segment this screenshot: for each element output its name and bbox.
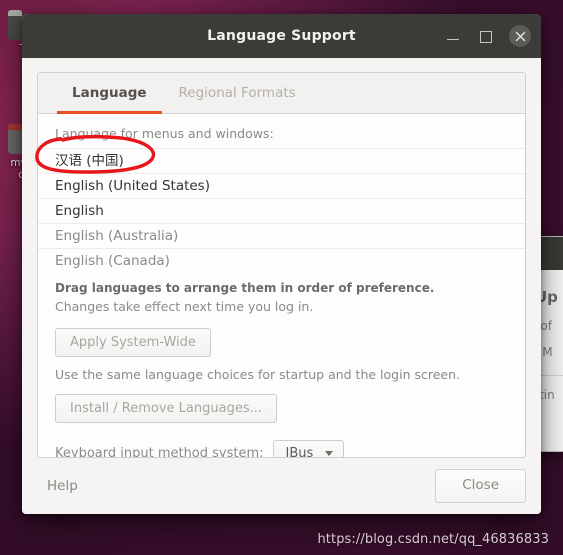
list-item[interactable]: English (Australia) [38, 224, 525, 249]
window-controls [445, 25, 531, 47]
list-item-label: English (Canada) [55, 253, 170, 268]
list-item-label: English [55, 203, 104, 219]
language-list[interactable]: 汉语 (中国) English (United States) English … [38, 148, 525, 268]
list-item-label: English (Australia) [55, 228, 179, 244]
list-item[interactable]: English (United States) [38, 174, 525, 199]
list-item[interactable]: 汉语 (中国) [38, 149, 525, 174]
list-item[interactable]: English [38, 199, 525, 224]
dialog-content: Language Regional Formats Language for m… [22, 58, 541, 458]
language-tab-page: Language for menus and windows: 汉语 (中国) … [38, 114, 525, 457]
action-bar: Help Close [22, 458, 541, 514]
notebook: Language Regional Formats Language for m… [37, 72, 526, 458]
close-button[interactable]: Close [435, 469, 526, 503]
keyboard-input-method-row: Keyboard input method system: IBus [38, 423, 525, 458]
titlebar[interactable]: Language Support [22, 14, 541, 58]
keyboard-input-method-label: Keyboard input method system: [55, 446, 264, 458]
apply-system-wide-button[interactable]: Apply System-Wide [55, 328, 211, 357]
maximize-icon[interactable] [477, 28, 493, 44]
list-item[interactable]: English (Canada) [38, 249, 525, 268]
tab-regional-formats[interactable]: Regional Formats [163, 73, 312, 113]
close-icon[interactable] [509, 25, 531, 47]
drag-languages-hint: Drag languages to arrange them in order … [55, 281, 435, 295]
changes-take-effect-hint: Changes take effect next time you log in… [55, 299, 314, 314]
tab-language[interactable]: Language [56, 73, 163, 114]
list-item-label: 汉语 (中国) [55, 153, 124, 169]
same-language-choices-text: Use the same language choices for startu… [55, 367, 460, 382]
chevron-down-icon [325, 451, 334, 456]
language-list-caption: Language for menus and windows: [55, 126, 274, 141]
minimize-icon[interactable] [445, 28, 461, 44]
language-support-dialog: Language Support Language Regional Forma… [22, 14, 541, 514]
tab-strip: Language Regional Formats [38, 73, 525, 114]
keyboard-input-method-value: IBus [285, 446, 314, 458]
watermark: https://blog.csdn.net/qq_46836833 [317, 532, 549, 547]
tab-language-label: Language [72, 85, 147, 101]
list-item-label: English (United States) [55, 178, 210, 194]
keyboard-input-method-select[interactable]: IBus [272, 440, 345, 458]
hint-block: Drag languages to arrange them in order … [38, 268, 525, 315]
help-button[interactable]: Help [37, 472, 88, 500]
tab-regional-formats-label: Regional Formats [178, 85, 296, 101]
install-remove-languages-button[interactable]: Install / Remove Languages... [55, 394, 277, 423]
